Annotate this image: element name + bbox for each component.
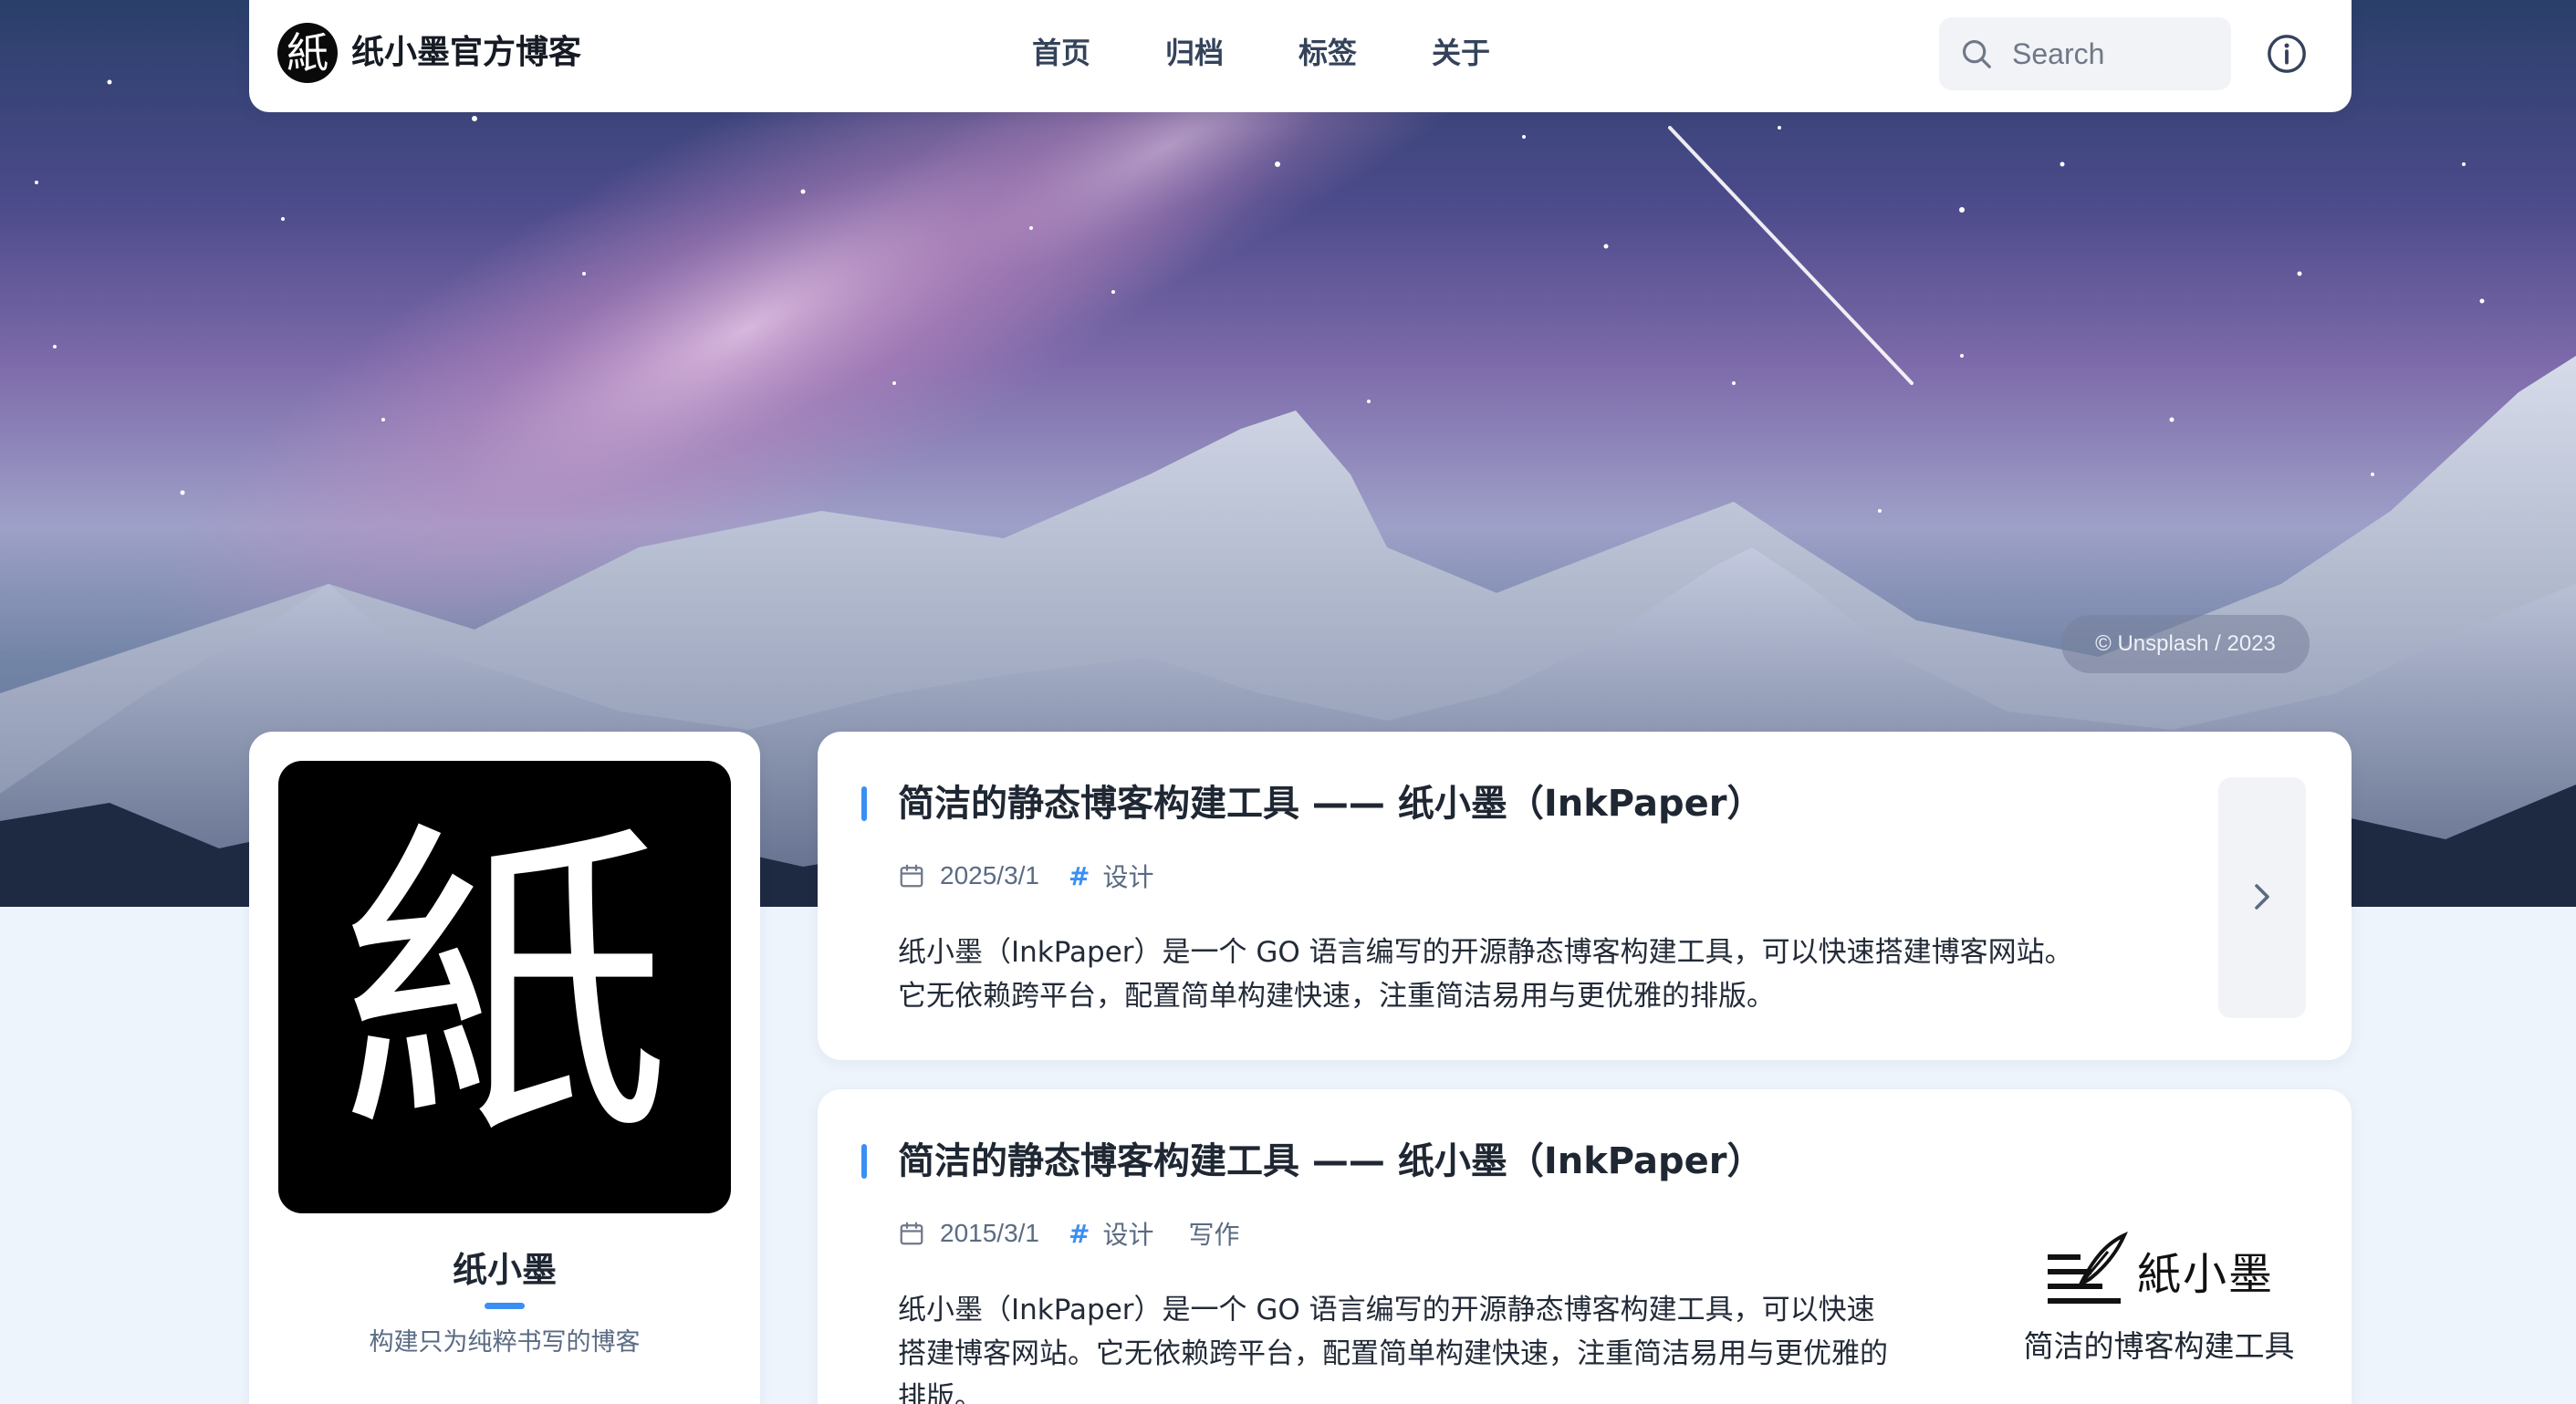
post-thumbnail[interactable]: 紙小墨 简洁的博客构建工具 — [1976, 1226, 2341, 1399]
search-box[interactable] — [1939, 17, 2231, 90]
info-icon[interactable] — [2266, 33, 2308, 75]
post-excerpt: 纸小墨（InkPaper）是一个 GO 语言编写的开源静态博客构建工具，可以快速… — [898, 1294, 1888, 1404]
author-bio: 构建只为纯粹书写的博客 — [369, 1328, 641, 1357]
read-more-button[interactable] — [2218, 777, 2306, 1018]
profile-card: 紙 纸小墨 构建只为纯粹书写的博客 — [249, 732, 760, 1404]
nav-about-link[interactable]: 关于 — [1432, 30, 1490, 76]
title-accent-bar — [861, 786, 867, 821]
post-date: 2025/3/1 — [940, 861, 1039, 889]
post-meta: 2015/3/1 # 设计 写作 — [898, 1215, 1275, 1252]
post-title-link[interactable]: 简洁的静态博客构建工具 —— 纸小墨（InkPaper） — [898, 1137, 1764, 1186]
site-logo[interactable]: 紙 — [277, 23, 338, 83]
post-card: 简洁的静态博客构建工具 —— 纸小墨（InkPaper） 2015/3/1 # … — [818, 1089, 2352, 1404]
post-tag-link[interactable]: 设计 — [1102, 1215, 1153, 1252]
search-icon — [1962, 39, 1991, 68]
thumbnail-logo: 紙小墨 — [1976, 1226, 2341, 1314]
calendar-icon — [900, 1222, 923, 1245]
calendar-icon — [900, 864, 923, 888]
thumbnail-caption: 简洁的博客构建工具 — [2023, 1328, 2295, 1364]
tag-hash-icon: # — [1069, 860, 1090, 891]
post-tag-link[interactable]: 设计 — [1102, 858, 1153, 894]
quill-logo-icon — [2047, 1232, 2128, 1304]
top-navbar: 紙 纸小墨官方博客 首页 归档 标签 关于 — [249, 0, 2352, 112]
author-name: 纸小墨 — [452, 1250, 557, 1290]
post-title-link[interactable]: 简洁的静态博客构建工具 —— 纸小墨（InkPaper） — [898, 779, 1764, 828]
photo-credit-badge: © Unsplash / 2023 — [2061, 615, 2310, 673]
site-title[interactable]: 纸小墨官方博客 — [351, 30, 581, 76]
chevron-right-icon — [2255, 884, 2269, 910]
search-input[interactable] — [2012, 17, 2213, 90]
avatar: 紙 — [278, 761, 731, 1213]
nav-home-link[interactable]: 首页 — [1032, 30, 1090, 76]
avatar-glyph: 紙 — [340, 796, 669, 1178]
post-tag-link[interactable]: 写作 — [1188, 1215, 1239, 1252]
title-accent-bar — [861, 1144, 867, 1179]
post-card: 简洁的静态博客构建工具 —— 纸小墨（InkPaper） 2025/3/1 # … — [818, 732, 2352, 1060]
post-meta: 2025/3/1 # 设计 — [898, 858, 1188, 894]
nav-archive-link[interactable]: 归档 — [1165, 30, 1224, 76]
name-underline — [485, 1303, 525, 1309]
thumbnail-logo-text: 紙小墨 — [2136, 1249, 2274, 1300]
nav-tags-link[interactable]: 标签 — [1298, 30, 1357, 76]
post-date: 2015/3/1 — [940, 1219, 1039, 1247]
post-excerpt: 纸小墨（InkPaper）是一个 GO 语言编写的开源静态博客构建工具，可以快速… — [898, 936, 2073, 1013]
nav-menu: 首页 归档 标签 关于 — [1032, 30, 1565, 76]
tag-hash-icon: # — [1069, 1218, 1090, 1249]
